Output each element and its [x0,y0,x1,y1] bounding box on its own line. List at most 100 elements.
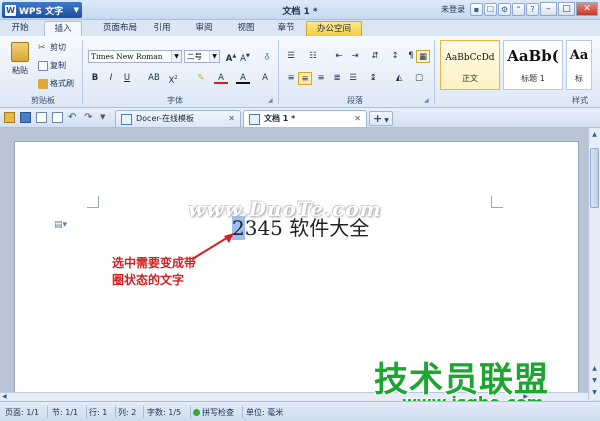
close-icon[interactable]: ✕ [354,111,361,127]
grid-toggle-button[interactable]: ▦ [416,50,430,63]
font-dialog-launcher[interactable]: ◢ [268,97,273,104]
paste-button[interactable]: 粘贴 [8,42,32,76]
ribbon-tabs: 开始 插入 页面布局 引用 审阅 视图 章节 办公空间 [0,20,600,36]
status-col: 列: 2 [118,408,137,417]
underline-button[interactable]: U [120,72,134,85]
numbering-button[interactable]: ☷ [306,50,320,63]
annotation-line: 圈状态的文字 [112,273,185,287]
styles-group-label: 样式 [572,96,588,105]
scroll-down-icon[interactable]: ▼ [590,388,599,397]
login-status[interactable]: 未登录 [441,4,465,15]
help-icon[interactable]: ? [526,2,539,16]
scroll-left-icon[interactable]: ◀ [2,393,7,400]
scroll-up-icon[interactable]: ▲ [590,364,599,373]
up-arrow-icon[interactable]: ⌃ [512,2,525,16]
scroll-down-icon[interactable]: ▼ [590,376,599,385]
tab-section[interactable]: 章节 [268,21,304,36]
document-text[interactable]: 2345 软件大全 [232,212,369,241]
tab-view[interactable]: 视图 [228,21,264,36]
sort-button[interactable]: ↕ [388,50,402,63]
shading-button[interactable]: ◭ [392,72,406,85]
new-tab-button[interactable]: + ▼ [369,111,393,126]
separator [434,40,435,104]
char-shading-button[interactable]: A [236,72,250,84]
title-bar: W WPS 文字 ▼ 文档 1 * 未登录 ▪ ☐ ⚙ ⌃ ? – □ ✕ [0,0,600,20]
style-heading-1[interactable]: AaBb( 标题 1 [503,40,563,90]
bold-button[interactable]: B [88,72,102,85]
crop-mark [87,196,99,208]
maximize-button[interactable]: □ [558,2,575,16]
increase-indent-button[interactable]: ⇥ [348,50,362,63]
status-page: 页面: 1/1 [5,408,40,417]
grow-font-button[interactable]: A▲ [224,50,238,64]
chevron-down-icon[interactable]: ▼ [171,51,181,62]
close-icon[interactable]: ✕ [228,111,235,127]
scroll-up-icon[interactable]: ▲ [590,130,599,139]
separator [190,406,191,418]
chinese-layout-button[interactable]: ⇵ [368,50,382,63]
tab-page-layout[interactable]: 页面布局 [92,21,148,36]
copy-button[interactable]: 复制 [38,60,66,71]
paste-icon [11,42,29,62]
doc-tab-document-1[interactable]: 文档 1 * ✕ [243,110,367,127]
style-normal[interactable]: AaBbCcDd 正文 [440,40,500,90]
quick-access-toolbar: ↶ ↷ ▼ Docer-在线模板 ✕ 文档 1 * ✕ + ▼ [0,108,600,128]
superscript-button[interactable]: X2 [166,72,180,86]
align-right-button[interactable]: ≡ [314,72,328,85]
separator [47,406,48,418]
separator [82,40,83,104]
print-icon[interactable] [36,112,47,123]
open-icon[interactable] [4,112,15,123]
border-button[interactable]: ▢ [412,72,426,85]
format-painter-button[interactable]: 格式刷 [38,78,74,89]
shrink-font-button[interactable]: A▼ [238,50,252,64]
chevron-down-icon[interactable]: ▼ [209,51,219,62]
redo-icon[interactable]: ↷ [84,112,95,123]
separator [143,406,144,418]
help-shirt-icon[interactable]: ☐ [484,2,497,16]
paragraph-marker-icon[interactable]: ▤▾ [54,220,67,230]
pinyin-icon[interactable]: ᵹ [260,50,274,63]
separator [242,406,243,418]
minimize-button[interactable]: – [540,2,557,16]
tab-home[interactable]: 开始 [2,21,38,36]
skin-icon[interactable]: ▪ [470,2,483,16]
distributed-button[interactable]: ☰ [346,72,360,85]
chevron-down-icon[interactable]: ▼ [100,112,111,123]
align-left-button[interactable]: ≡ [284,72,298,85]
tab-review[interactable]: 审阅 [186,21,222,36]
style-name: 正文 [462,74,478,83]
doc-tab-label: 文档 1 * [264,114,296,123]
scrollbar-thumb[interactable] [590,148,599,208]
tab-references[interactable]: 引用 [146,21,178,36]
char-border-button[interactable]: A [258,72,272,85]
style-sample: Aa [569,48,589,63]
print-preview-icon[interactable] [52,112,63,123]
paragraph-dialog-launcher[interactable]: ◢ [424,97,429,104]
spell-check-toggle[interactable]: 拼写检查 [193,407,234,418]
settings-icon[interactable]: ⚙ [498,2,511,16]
decrease-indent-button[interactable]: ⇤ [332,50,346,63]
strikethrough-button[interactable]: AB [144,72,164,85]
font-size-select[interactable]: 二号 ▼ [184,50,220,63]
vertical-scrollbar[interactable]: ▲ ▲ ▼ ▼ [588,128,600,400]
italic-button[interactable]: I [104,72,118,85]
line-spacing-button[interactable]: ↨ [366,72,380,85]
status-unit: 单位: 毫米 [246,408,284,417]
undo-icon[interactable]: ↶ [68,112,79,123]
align-center-button[interactable]: ≡ [298,72,312,85]
close-button[interactable]: ✕ [576,2,598,16]
justify-button[interactable]: ≣ [330,72,344,85]
font-family-select[interactable]: Times New Roman ▼ [88,50,182,63]
paste-label: 粘贴 [12,66,28,75]
bullets-button[interactable]: ☰ [284,50,298,63]
doc-tab-docer[interactable]: Docer-在线模板 ✕ [115,110,241,127]
tab-office-space[interactable]: 办公空间 [306,21,362,36]
style-heading-2[interactable]: Aa 标 [566,40,592,90]
cut-button[interactable]: ✂ 剪切 [38,42,66,53]
scissors-icon: ✂ [38,42,46,53]
highlight-icon[interactable]: ✎ [194,72,208,85]
font-color-button[interactable]: A [214,72,228,84]
save-icon[interactable] [20,112,31,123]
tab-insert[interactable]: 插入 [44,21,82,36]
